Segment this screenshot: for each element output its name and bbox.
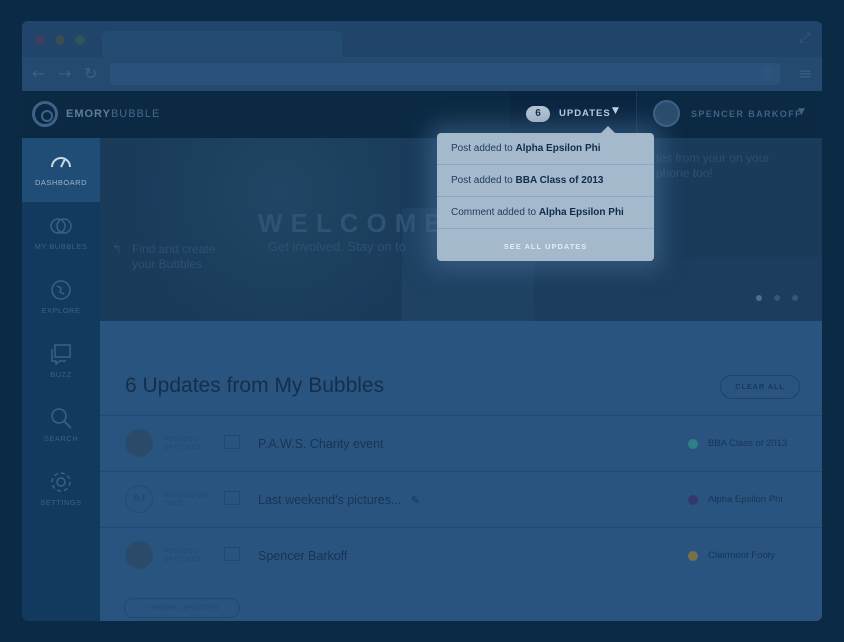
more-updates-button[interactable]: + MORE UPDATES (124, 598, 240, 618)
carousel-dot[interactable] (774, 295, 780, 301)
updates-button[interactable]: 6 UPDATES ▼ (510, 91, 636, 138)
update-item[interactable]: Post added to Alpha Epsilon Phi (437, 133, 654, 165)
search-icon (51, 408, 72, 429)
post-type-icon (224, 435, 240, 449)
updates-count-badge: 6 (526, 106, 550, 122)
browser-menu-icon[interactable]: ≡ (799, 64, 812, 83)
sidebar-item-explore[interactable]: EXPLORE (22, 266, 100, 330)
logo-icon[interactable] (32, 101, 58, 127)
update-item-prefix: Post added to (451, 143, 516, 154)
avatar (125, 541, 153, 569)
row-bubble-name[interactable]: Clairmont Footy (708, 550, 775, 561)
curved-arrow-icon: ↰ (112, 242, 123, 256)
updates-panel: 6 Updates from My Bubbles CLEAR ALL POST… (100, 321, 822, 621)
logo-text-light: BUBBLE (110, 108, 161, 120)
row-bubble-name[interactable]: BBA Class of 2013 (708, 438, 787, 449)
carousel-dot[interactable] (756, 295, 762, 301)
bubble-color-dot (688, 439, 698, 449)
see-all-updates-link[interactable]: SEE ALL UPDATES (437, 237, 654, 257)
sidebar-item-label: SETTINGS (40, 498, 82, 507)
gauge-icon (51, 157, 71, 168)
sidebar-item-settings[interactable]: SETTINGS (22, 458, 100, 522)
sidebar-item-label: DASHBOARD (34, 178, 87, 187)
address-bar[interactable]: ☆ (110, 63, 780, 85)
sidebar-item-label: EXPLORE (41, 306, 81, 315)
banner-left-text: Find and create your Bubbles (132, 242, 216, 271)
globe-icon (51, 280, 71, 300)
close-window-button[interactable] (35, 35, 45, 45)
row-timestamp: POSTED 3 DAYS AGO (164, 548, 201, 563)
banner-heading-text: WELCOME (258, 208, 450, 238)
avatar: A.I (125, 485, 153, 513)
updates-label: UPDATES (559, 108, 611, 119)
app-header: EMORYBUBBLE 6 UPDATES ▼ SPENCER BARKOFF … (22, 91, 822, 138)
carousel-dots (756, 288, 810, 306)
chat-icon (51, 344, 71, 366)
gear-icon (51, 472, 71, 492)
reload-icon[interactable]: ↻ (84, 65, 97, 83)
user-name[interactable]: SPENCER BARKOFF (691, 109, 802, 119)
logo-text-bold: EMORY (66, 108, 111, 120)
bubbles-icon (50, 218, 72, 234)
sidebar-item-label: MY BUBBLES (34, 242, 88, 251)
row-title[interactable]: P.A.W.S. Charity event (258, 437, 384, 451)
row-bubble-name[interactable]: Alpha Epsilon Phi (708, 494, 782, 505)
row-title[interactable]: Last weekend's pictures... ✎ (258, 493, 420, 507)
sidebar-item-search[interactable]: SEARCH (22, 394, 100, 458)
header-divider (636, 91, 637, 138)
table-row[interactable]: A.I REPLIED ON TUES Last weekend's pictu… (100, 471, 822, 527)
bookmark-star-icon[interactable]: ☆ (762, 65, 774, 80)
banner-subtitle: Get involved. Stay on to (268, 239, 407, 254)
caret-down-icon[interactable]: ▼ (798, 107, 805, 117)
update-item[interactable]: Comment added to Alpha Epsilon Phi (437, 197, 654, 229)
sidebar-item-my-bubbles[interactable]: MY BUBBLES (22, 202, 100, 266)
avatar (125, 429, 153, 457)
row-timestamp: REPLIED ON TUES (164, 492, 208, 507)
member-type-icon (224, 547, 240, 561)
update-item-target: Alpha Epsilon Phi (515, 143, 601, 154)
carousel-dot[interactable] (792, 295, 798, 301)
update-item-prefix: Comment added to (451, 207, 539, 218)
bubble-color-dot (688, 551, 698, 561)
user-avatar[interactable] (653, 100, 680, 127)
bubble-color-dot (688, 495, 698, 505)
back-arrow-icon[interactable]: ← (32, 65, 45, 83)
table-row[interactable]: POSTED 3 DAYS AGO Spencer Barkoff Clairm… (100, 527, 822, 583)
table-row[interactable]: POSTED 3 DAYS AGO P.A.W.S. Charity event… (100, 415, 822, 471)
browser-tab[interactable] (102, 31, 342, 57)
reply-type-icon (224, 491, 240, 505)
page-title: 6 Updates from My Bubbles (125, 374, 385, 397)
sidebar-item-label: BUZZ (50, 370, 72, 379)
attachment-icon: ✎ (410, 494, 421, 507)
update-item-target: BBA Class of 2013 (515, 175, 604, 186)
caret-down-icon: ▼ (612, 106, 619, 116)
clear-all-button[interactable]: CLEAR ALL (720, 375, 800, 399)
minimize-window-button[interactable] (55, 35, 65, 45)
sidebar: DASHBOARD MY BUBBLES EXPLORE BUZZ SEARCH… (22, 138, 107, 621)
browser-window: ⤢ ← → ↻ ☆ ≡ EMORYBUBBLE 6 UPDATES ▼ SPEN… (22, 21, 822, 621)
fullscreen-icon[interactable]: ⤢ (796, 29, 814, 47)
banner-right-caption: tes from your on your phone too! (656, 151, 770, 180)
row-title-text: Last weekend's pictures... (258, 493, 402, 507)
update-item[interactable]: Post added to BBA Class of 2013 (437, 165, 654, 197)
browser-titlebar: ⤢ (22, 21, 822, 57)
app-logo-text[interactable]: EMORYBUBBLE (66, 108, 160, 120)
update-item-prefix: Post added to (451, 175, 516, 186)
forward-arrow-icon[interactable]: → (58, 65, 71, 83)
sidebar-item-dashboard[interactable]: DASHBOARD (22, 138, 107, 202)
updates-dropdown: Post added to Alpha Epsilon Phi Post add… (437, 126, 654, 261)
update-item-target: Alpha Epsilon Phi (538, 207, 624, 218)
sidebar-item-label: SEARCH (43, 434, 79, 443)
row-title[interactable]: Spencer Barkoff (258, 549, 347, 563)
row-timestamp: POSTED 3 DAYS AGO (164, 436, 201, 451)
maximize-window-button[interactable] (75, 35, 85, 45)
browser-toolbar: ← → ↻ ☆ ≡ (22, 57, 822, 91)
banner-left-caption: ↰ Find and create your Bubbles (112, 242, 222, 272)
sidebar-item-buzz[interactable]: BUZZ (22, 330, 100, 394)
